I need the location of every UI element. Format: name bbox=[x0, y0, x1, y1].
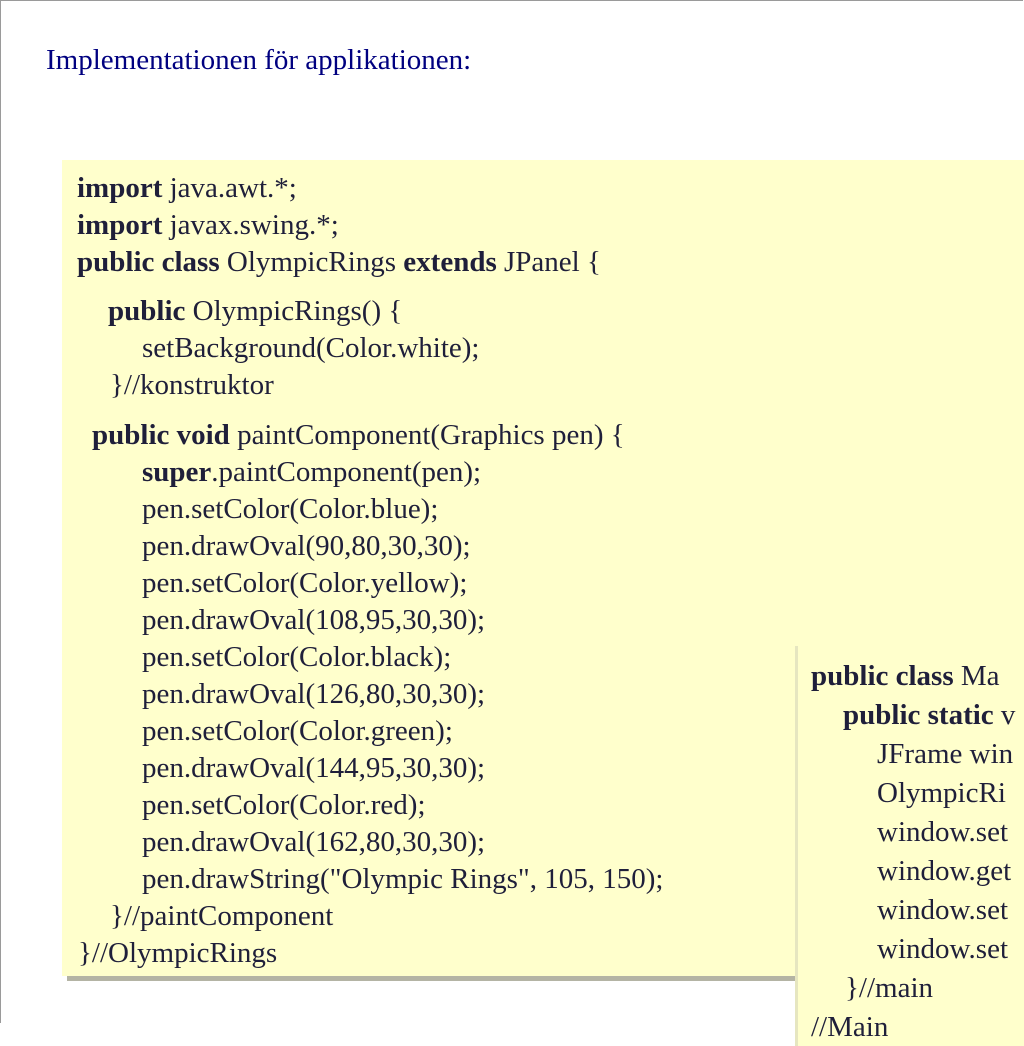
code-line: pen.drawOval(162,80,30,30); bbox=[142, 824, 485, 861]
code-keyword: public class bbox=[811, 660, 954, 692]
code-text: }//main bbox=[845, 972, 934, 1004]
code-text: JFrame win bbox=[877, 738, 1014, 770]
code-line: pen.setColor(Color.yellow); bbox=[142, 565, 467, 602]
code-text: pen.drawOval(144,95,30,30); bbox=[142, 752, 486, 784]
code-text: pen.drawOval(108,95,30,30); bbox=[142, 604, 486, 636]
main-code-line: window.set bbox=[877, 814, 1008, 851]
code-text: }//OlympicRings bbox=[78, 937, 278, 969]
code-keyword: import bbox=[77, 172, 163, 204]
code-line: pen.setColor(Color.blue); bbox=[142, 491, 438, 528]
code-line: public OlympicRings() { bbox=[108, 293, 402, 330]
slide-heading: Implementationen för applikationen: bbox=[46, 44, 472, 76]
main-code-line: public class Ma bbox=[811, 658, 1000, 695]
code-text: window.set bbox=[877, 816, 1009, 848]
code-line: pen.setColor(Color.red); bbox=[142, 787, 426, 824]
code-keyword: public void bbox=[92, 419, 230, 451]
code-text: JPanel { bbox=[496, 246, 601, 278]
code-text: OlympicRi bbox=[877, 777, 1006, 809]
code-line: pen.setColor(Color.green); bbox=[142, 713, 453, 750]
code-text: pen.setColor(Color.yellow); bbox=[142, 567, 468, 599]
code-keyword: public static bbox=[843, 699, 994, 731]
code-text: pen.drawString("Olympic Rings", 105, 150… bbox=[142, 863, 664, 895]
code-keyword: super bbox=[142, 456, 212, 488]
main-code-line: window.set bbox=[877, 931, 1008, 968]
code-line: pen.drawOval(90,80,30,30); bbox=[142, 528, 471, 565]
main-code-line: //Main bbox=[811, 1009, 888, 1046]
code-line: }//konstruktor bbox=[110, 367, 274, 404]
code-line: super.paintComponent(pen); bbox=[142, 454, 481, 491]
code-text: //Main bbox=[811, 1011, 889, 1043]
code-line: import java.awt.*; bbox=[77, 170, 297, 207]
code-text: javax.swing.*; bbox=[162, 209, 339, 241]
code-text: }//paintComponent bbox=[110, 900, 334, 932]
code-text: pen.drawOval(126,80,30,30); bbox=[142, 678, 486, 710]
code-text: window.get bbox=[877, 855, 1012, 887]
main-code-line: public static v bbox=[843, 697, 1015, 734]
code-text: pen.drawOval(90,80,30,30); bbox=[142, 530, 471, 562]
code-text: }//konstruktor bbox=[110, 369, 274, 401]
code-keyword: public bbox=[108, 295, 186, 327]
code-text: pen.setColor(Color.blue); bbox=[142, 493, 439, 525]
code-keyword: extends bbox=[403, 246, 497, 278]
code-line: pen.drawString("Olympic Rings", 105, 150… bbox=[142, 861, 663, 898]
code-keyword: public class bbox=[77, 246, 220, 278]
code-text: OlympicRings() { bbox=[185, 295, 403, 327]
code-line: }//paintComponent bbox=[110, 898, 333, 935]
code-line: pen.drawOval(126,80,30,30); bbox=[142, 676, 485, 713]
code-line: pen.drawOval(144,95,30,30); bbox=[142, 750, 485, 787]
code-text: .paintComponent(pen); bbox=[211, 456, 482, 488]
code-text: pen.setColor(Color.green); bbox=[142, 715, 453, 747]
code-keyword: import bbox=[77, 209, 163, 241]
code-line: pen.drawOval(108,95,30,30); bbox=[142, 602, 485, 639]
code-text: java.awt.*; bbox=[162, 172, 297, 204]
code-text: pen.drawOval(162,80,30,30); bbox=[142, 826, 486, 858]
main-code-line: window.set bbox=[877, 892, 1008, 929]
code-text: window.set bbox=[877, 894, 1009, 926]
code-text: pen.setColor(Color.red); bbox=[142, 789, 426, 821]
code-text: v bbox=[993, 699, 1016, 731]
code-line: setBackground(Color.white); bbox=[142, 330, 479, 367]
code-text: paintComponent(Graphics pen) { bbox=[229, 419, 625, 451]
code-text: pen.setColor(Color.black); bbox=[142, 641, 452, 673]
main-code-line: }//main bbox=[845, 970, 933, 1007]
code-text: setBackground(Color.white); bbox=[142, 332, 480, 364]
code-line: pen.setColor(Color.black); bbox=[142, 639, 451, 676]
code-line: public void paintComponent(Graphics pen)… bbox=[92, 417, 625, 454]
main-code-line: window.get bbox=[877, 853, 1011, 890]
main-code-line: OlympicRi bbox=[877, 775, 1006, 812]
code-line: }//OlympicRings bbox=[78, 935, 277, 972]
code-line: public class OlympicRings extends JPanel… bbox=[77, 244, 601, 281]
code-line: import javax.swing.*; bbox=[77, 207, 339, 244]
code-text: OlympicRings bbox=[219, 246, 404, 278]
code-text: Ma bbox=[953, 660, 1000, 692]
code-text: window.set bbox=[877, 933, 1009, 965]
main-code-line: JFrame win bbox=[877, 736, 1013, 773]
